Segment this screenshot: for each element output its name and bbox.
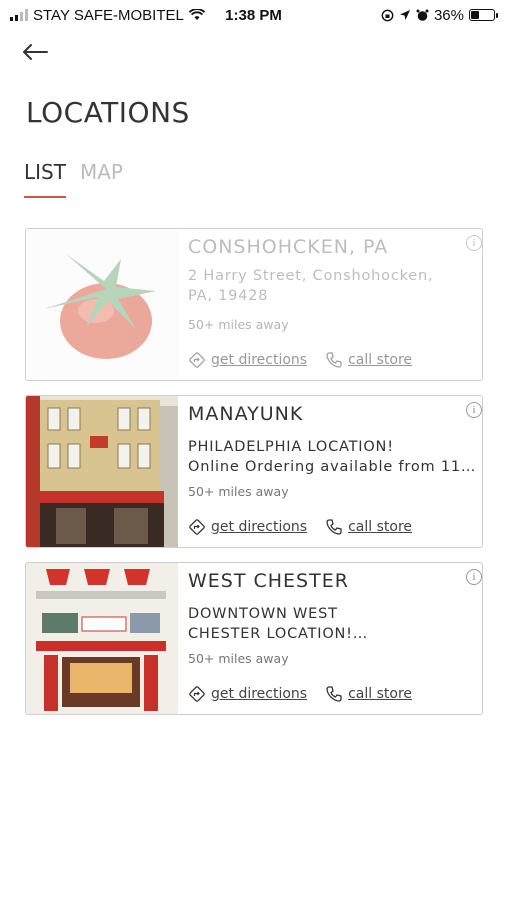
get-directions-label: get directions — [211, 352, 308, 368]
call-store-label: call store — [348, 352, 413, 368]
back-arrow-icon — [23, 44, 48, 60]
call-store-button[interactable]: call store — [325, 518, 412, 536]
call-store-button[interactable]: call store — [325, 351, 412, 369]
screen-rotation-lock-icon — [381, 9, 394, 21]
directions-icon — [189, 519, 205, 535]
location-actions: get directions call store — [188, 351, 412, 369]
call-store-label: call store — [348, 686, 413, 702]
location-distance: 50+ miles away — [188, 484, 289, 499]
status-left: STAY SAFE-MOBITEL — [10, 7, 205, 24]
view-tabs: LIST MAP — [24, 160, 123, 198]
wifi-icon — [188, 9, 205, 20]
carrier-name: STAY SAFE-MOBITEL — [33, 6, 184, 24]
status-right: 36% — [381, 6, 498, 24]
get-directions-button[interactable]: get directions — [188, 685, 307, 703]
get-directions-label: get directions — [211, 686, 308, 702]
location-card-body: WEST CHESTER DOWNTOWN WEST CHESTER LOCAT… — [178, 563, 482, 714]
location-list: CONSHOHCKEN, PA 2 Harry Street, Conshoho… — [25, 228, 483, 729]
location-distance: 50+ miles away — [188, 651, 289, 666]
phone-icon — [326, 686, 342, 702]
location-name: WEST CHESTER — [188, 570, 349, 592]
battery-level — [471, 11, 479, 19]
info-icon[interactable]: i — [466, 402, 482, 418]
location-description: DOWNTOWN WEST CHESTER LOCATION!… — [188, 606, 369, 642]
battery-icon — [469, 9, 498, 21]
location-card[interactable]: CONSHOHCKEN, PA 2 Harry Street, Conshoho… — [25, 228, 483, 381]
page-title: LOCATIONS — [26, 96, 190, 129]
call-store-button[interactable]: call store — [325, 685, 412, 703]
location-description: PHILADELPHIA LOCATION! Online Ordering a… — [188, 439, 477, 475]
tomato-logo-image — [26, 229, 178, 380]
info-icon[interactable]: i — [466, 569, 482, 585]
location-card[interactable]: WEST CHESTER DOWNTOWN WEST CHESTER LOCAT… — [25, 562, 483, 715]
back-button[interactable] — [22, 38, 54, 66]
phone-icon — [326, 352, 342, 368]
location-card[interactable]: MANAYUNK PHILADELPHIA LOCATION! Online O… — [25, 395, 483, 548]
tab-list[interactable]: LIST — [24, 160, 66, 198]
get-directions-button[interactable]: get directions — [188, 351, 307, 369]
call-store-label: call store — [348, 519, 413, 535]
phone-icon — [326, 519, 342, 535]
location-card-body: MANAYUNK PHILADELPHIA LOCATION! Online O… — [178, 396, 482, 547]
get-directions-label: get directions — [211, 519, 308, 535]
location-actions: get directions call store — [188, 685, 412, 703]
storefront-photo — [26, 563, 178, 714]
location-card-body: CONSHOHCKEN, PA 2 Harry Street, Conshoho… — [178, 229, 482, 380]
info-icon[interactable]: i — [466, 235, 482, 251]
tab-map[interactable]: MAP — [80, 160, 123, 198]
signal-icon — [10, 9, 28, 21]
location-name: MANAYUNK — [188, 403, 304, 425]
location-name: CONSHOHCKEN, PA — [188, 236, 389, 258]
location-description: 2 Harry Street, Conshohocken, PA, 19428 — [188, 268, 434, 304]
location-arrow-icon — [399, 10, 410, 20]
get-directions-button[interactable]: get directions — [188, 518, 307, 536]
location-distance: 50+ miles away — [188, 317, 289, 332]
directions-icon — [189, 686, 205, 702]
status-bar: STAY SAFE-MOBITEL 1:38 PM 36% — [0, 0, 507, 30]
location-actions: get directions call store — [188, 518, 412, 536]
alarm-icon — [416, 9, 429, 21]
battery-percent: 36% — [433, 6, 464, 24]
storefront-photo — [26, 396, 178, 547]
directions-icon — [189, 352, 205, 368]
